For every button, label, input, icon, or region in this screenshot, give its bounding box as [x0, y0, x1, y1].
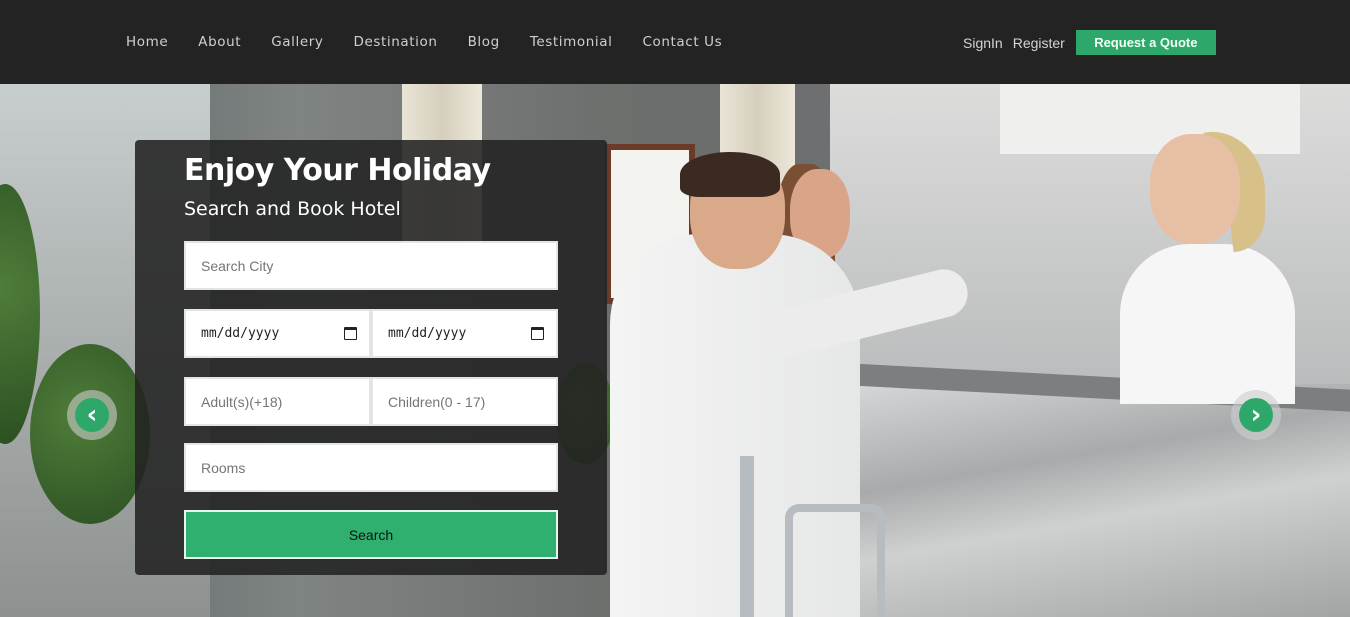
- rooms-field[interactable]: [184, 443, 558, 492]
- chevron-left-icon: ‹: [75, 398, 109, 432]
- adults-field[interactable]: [184, 377, 371, 426]
- nav-destination-link[interactable]: Destination: [353, 33, 437, 51]
- nav-blog-link[interactable]: Blog: [468, 33, 500, 51]
- hero-ceiling: [1000, 84, 1300, 154]
- rooms-input[interactable]: [201, 445, 556, 490]
- nav-testimonial-link[interactable]: Testimonial: [530, 33, 613, 51]
- carousel-prev-button[interactable]: ‹: [67, 390, 117, 440]
- search-button[interactable]: Search: [184, 510, 558, 559]
- hero-receptionist-head: [1150, 134, 1240, 244]
- hero-receptionist: [1120, 244, 1295, 404]
- children-input[interactable]: [388, 379, 556, 424]
- nav-gallery-link[interactable]: Gallery: [271, 33, 323, 51]
- hotel-search-panel: Enjoy Your Holiday Search and Book Hotel…: [135, 140, 607, 575]
- signin-link[interactable]: SignIn: [963, 31, 1003, 55]
- request-quote-button[interactable]: Request a Quote: [1075, 30, 1216, 55]
- hero-guest-man-hair: [680, 152, 780, 197]
- checkin-date-field[interactable]: mm/dd/yyyy: [184, 309, 371, 358]
- chevron-right-icon: ›: [1239, 398, 1273, 432]
- children-field[interactable]: [371, 377, 558, 426]
- register-link[interactable]: Register: [1013, 31, 1065, 55]
- city-field[interactable]: [184, 241, 558, 290]
- city-input[interactable]: [201, 243, 556, 288]
- adults-input[interactable]: [201, 379, 369, 424]
- hero-suitcase-handle: [740, 456, 754, 617]
- calendar-icon[interactable]: [344, 327, 357, 340]
- top-nav-bar: Home About Gallery Destination Blog Test…: [0, 0, 1350, 84]
- panel-title: Enjoy Your Holiday: [184, 153, 491, 188]
- main-menu: Home About Gallery Destination Blog Test…: [126, 33, 752, 51]
- nav-home-link[interactable]: Home: [126, 33, 168, 51]
- checkin-date-value: mm/dd/yyyy: [201, 326, 280, 341]
- checkout-date-field[interactable]: mm/dd/yyyy: [371, 309, 558, 358]
- carousel-next-button[interactable]: ›: [1231, 390, 1281, 440]
- nav-contact-link[interactable]: Contact Us: [643, 33, 723, 51]
- hero-suitcase: [785, 504, 885, 617]
- checkout-date-value: mm/dd/yyyy: [388, 326, 467, 341]
- calendar-icon[interactable]: [531, 327, 544, 340]
- panel-subtitle: Search and Book Hotel: [184, 198, 401, 220]
- nav-about-link[interactable]: About: [198, 33, 241, 51]
- auth-links: SignIn Register Request a Quote: [963, 30, 1216, 55]
